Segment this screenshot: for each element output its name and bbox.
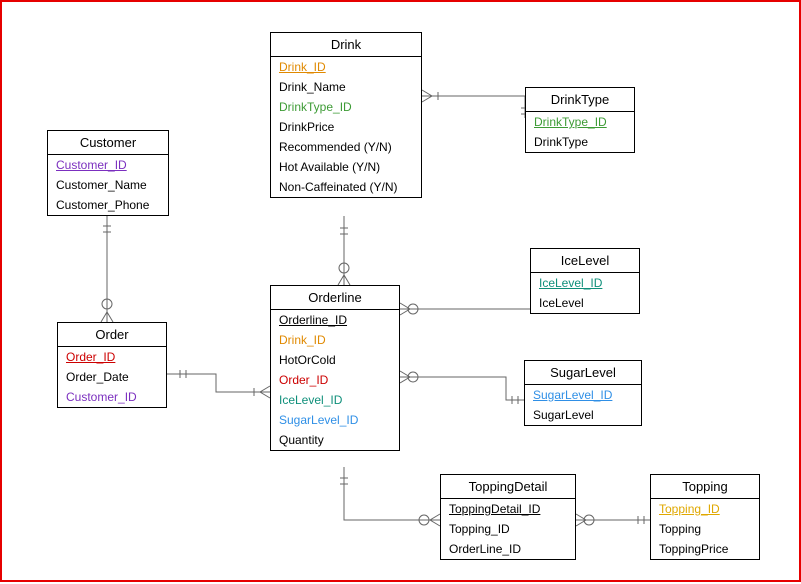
- attr-orderline-id: OrderLine_ID: [441, 539, 575, 559]
- attr-drink-name: Drink_Name: [271, 77, 421, 97]
- entity-title: IceLevel: [531, 249, 639, 273]
- attr-order-date: Order_Date: [58, 367, 166, 387]
- entity-icelevel: IceLevel IceLevel_ID IceLevel: [530, 248, 640, 314]
- attr-toppingprice: ToppingPrice: [651, 539, 759, 559]
- entity-orderline: Orderline Orderline_ID Drink_ID HotOrCol…: [270, 285, 400, 451]
- attr-drink-id: Drink_ID: [271, 330, 399, 350]
- attr-non-caffeinated: Non-Caffeinated (Y/N): [271, 177, 421, 197]
- attr-drinktype: DrinkType: [526, 132, 634, 152]
- entity-body: Order_ID Order_Date Customer_ID: [58, 347, 166, 407]
- entity-drink: Drink Drink_ID Drink_Name DrinkType_ID D…: [270, 32, 422, 198]
- entity-body: DrinkType_ID DrinkType: [526, 112, 634, 152]
- entity-order: Order Order_ID Order_Date Customer_ID: [57, 322, 167, 408]
- attr-hot-available: Hot Available (Y/N): [271, 157, 421, 177]
- entity-title: Customer: [48, 131, 168, 155]
- entity-body: ToppingDetail_ID Topping_ID OrderLine_ID: [441, 499, 575, 559]
- attr-customer-id: Customer_ID: [48, 155, 168, 175]
- entity-title: SugarLevel: [525, 361, 641, 385]
- attr-drink-id: Drink_ID: [271, 57, 421, 77]
- attr-drinktype-id: DrinkType_ID: [526, 112, 634, 132]
- er-diagram-canvas: Customer Customer_ID Customer_Name Custo…: [0, 0, 801, 582]
- attr-icelevel-id: IceLevel_ID: [531, 273, 639, 293]
- attr-icelevel-id: IceLevel_ID: [271, 390, 399, 410]
- attr-sugarlevel-id: SugarLevel_ID: [271, 410, 399, 430]
- attr-topping-id: Topping_ID: [651, 499, 759, 519]
- entity-title: Drink: [271, 33, 421, 57]
- entity-title: DrinkType: [526, 88, 634, 112]
- attr-order-id: Order_ID: [271, 370, 399, 390]
- entity-body: Customer_ID Customer_Name Customer_Phone: [48, 155, 168, 215]
- entity-title: ToppingDetail: [441, 475, 575, 499]
- attr-customer-phone: Customer_Phone: [48, 195, 168, 215]
- entity-body: Drink_ID Drink_Name DrinkType_ID DrinkPr…: [271, 57, 421, 197]
- attr-quantity: Quantity: [271, 430, 399, 450]
- attr-sugarlevel: SugarLevel: [525, 405, 641, 425]
- attr-icelevel: IceLevel: [531, 293, 639, 313]
- attr-recommended: Recommended (Y/N): [271, 137, 421, 157]
- attr-sugarlevel-id: SugarLevel_ID: [525, 385, 641, 405]
- attr-drinktype-id: DrinkType_ID: [271, 97, 421, 117]
- attr-topping: Topping: [651, 519, 759, 539]
- entity-body: SugarLevel_ID SugarLevel: [525, 385, 641, 425]
- entity-toppingdetail: ToppingDetail ToppingDetail_ID Topping_I…: [440, 474, 576, 560]
- attr-hotorcold: HotOrCold: [271, 350, 399, 370]
- attr-order-id: Order_ID: [58, 347, 166, 367]
- attr-customer-name: Customer_Name: [48, 175, 168, 195]
- attr-toppingdetail-id: ToppingDetail_ID: [441, 499, 575, 519]
- entity-customer: Customer Customer_ID Customer_Name Custo…: [47, 130, 169, 216]
- attr-customer-id: Customer_ID: [58, 387, 166, 407]
- entity-drinktype: DrinkType DrinkType_ID DrinkType: [525, 87, 635, 153]
- entity-sugarlevel: SugarLevel SugarLevel_ID SugarLevel: [524, 360, 642, 426]
- entity-title: Order: [58, 323, 166, 347]
- entity-body: Orderline_ID Drink_ID HotOrCold Order_ID…: [271, 310, 399, 450]
- attr-orderline-id: Orderline_ID: [271, 310, 399, 330]
- entity-title: Topping: [651, 475, 759, 499]
- attr-drinkprice: DrinkPrice: [271, 117, 421, 137]
- entity-topping: Topping Topping_ID Topping ToppingPrice: [650, 474, 760, 560]
- attr-topping-id: Topping_ID: [441, 519, 575, 539]
- entity-title: Orderline: [271, 286, 399, 310]
- entity-body: Topping_ID Topping ToppingPrice: [651, 499, 759, 559]
- entity-body: IceLevel_ID IceLevel: [531, 273, 639, 313]
